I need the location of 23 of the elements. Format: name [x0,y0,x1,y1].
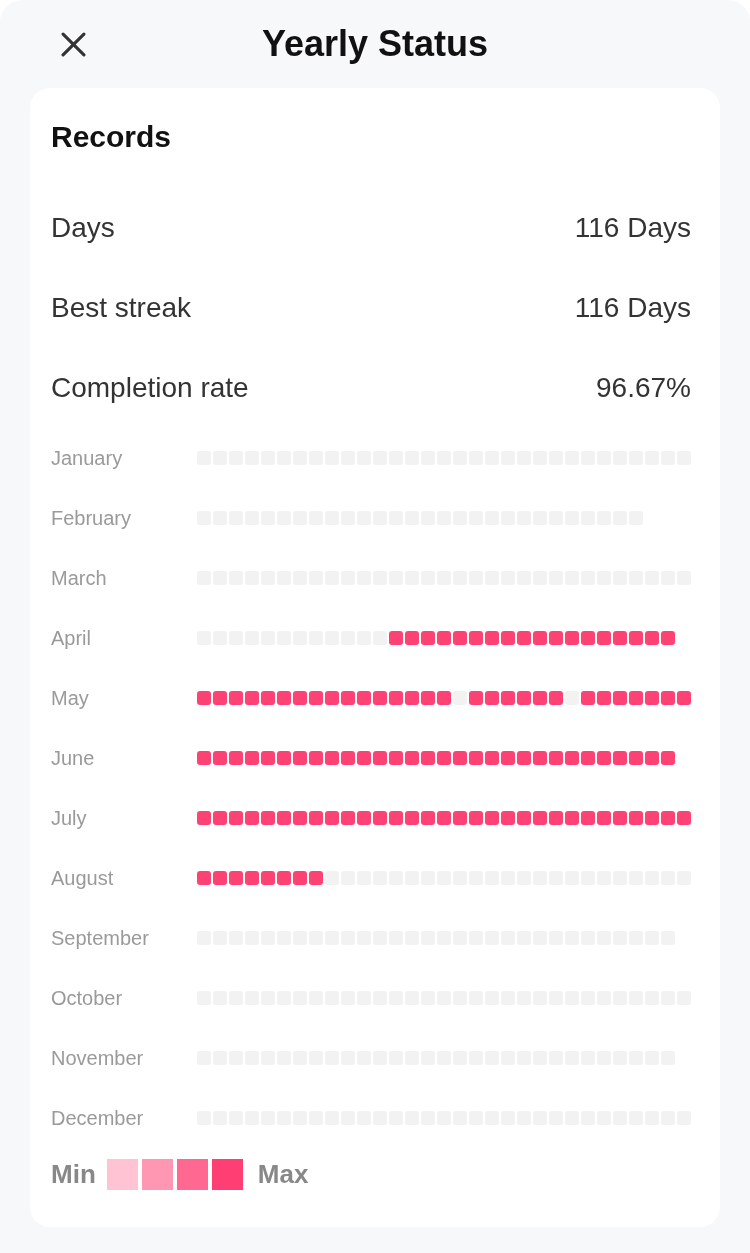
month-label: February [51,506,132,530]
close-icon [60,31,86,57]
month-label: November [51,1046,144,1070]
month-label: July [51,806,87,830]
month-label: January [51,446,123,470]
stat-label: Best streak [51,291,192,325]
month-label: March [51,566,107,590]
stat-value: 96.67% [596,371,691,405]
stat-value: 116 Days [574,291,691,325]
legend-min-label: Min [51,1159,96,1189]
legend-max-label: Max [257,1159,309,1189]
stat-value: 116 Days [574,211,691,245]
section-title: Records [51,119,172,155]
month-label: December [51,1106,144,1130]
month-label: June [51,746,95,770]
month-label: August [51,866,114,890]
month-label: May [51,686,89,710]
stat-label: Days [51,211,115,245]
month-label: April [51,626,91,650]
stat-label: Completion rate [51,371,249,405]
month-label: September [51,926,149,950]
month-label: October [51,986,123,1010]
window-title: Yearly Status [261,22,489,66]
